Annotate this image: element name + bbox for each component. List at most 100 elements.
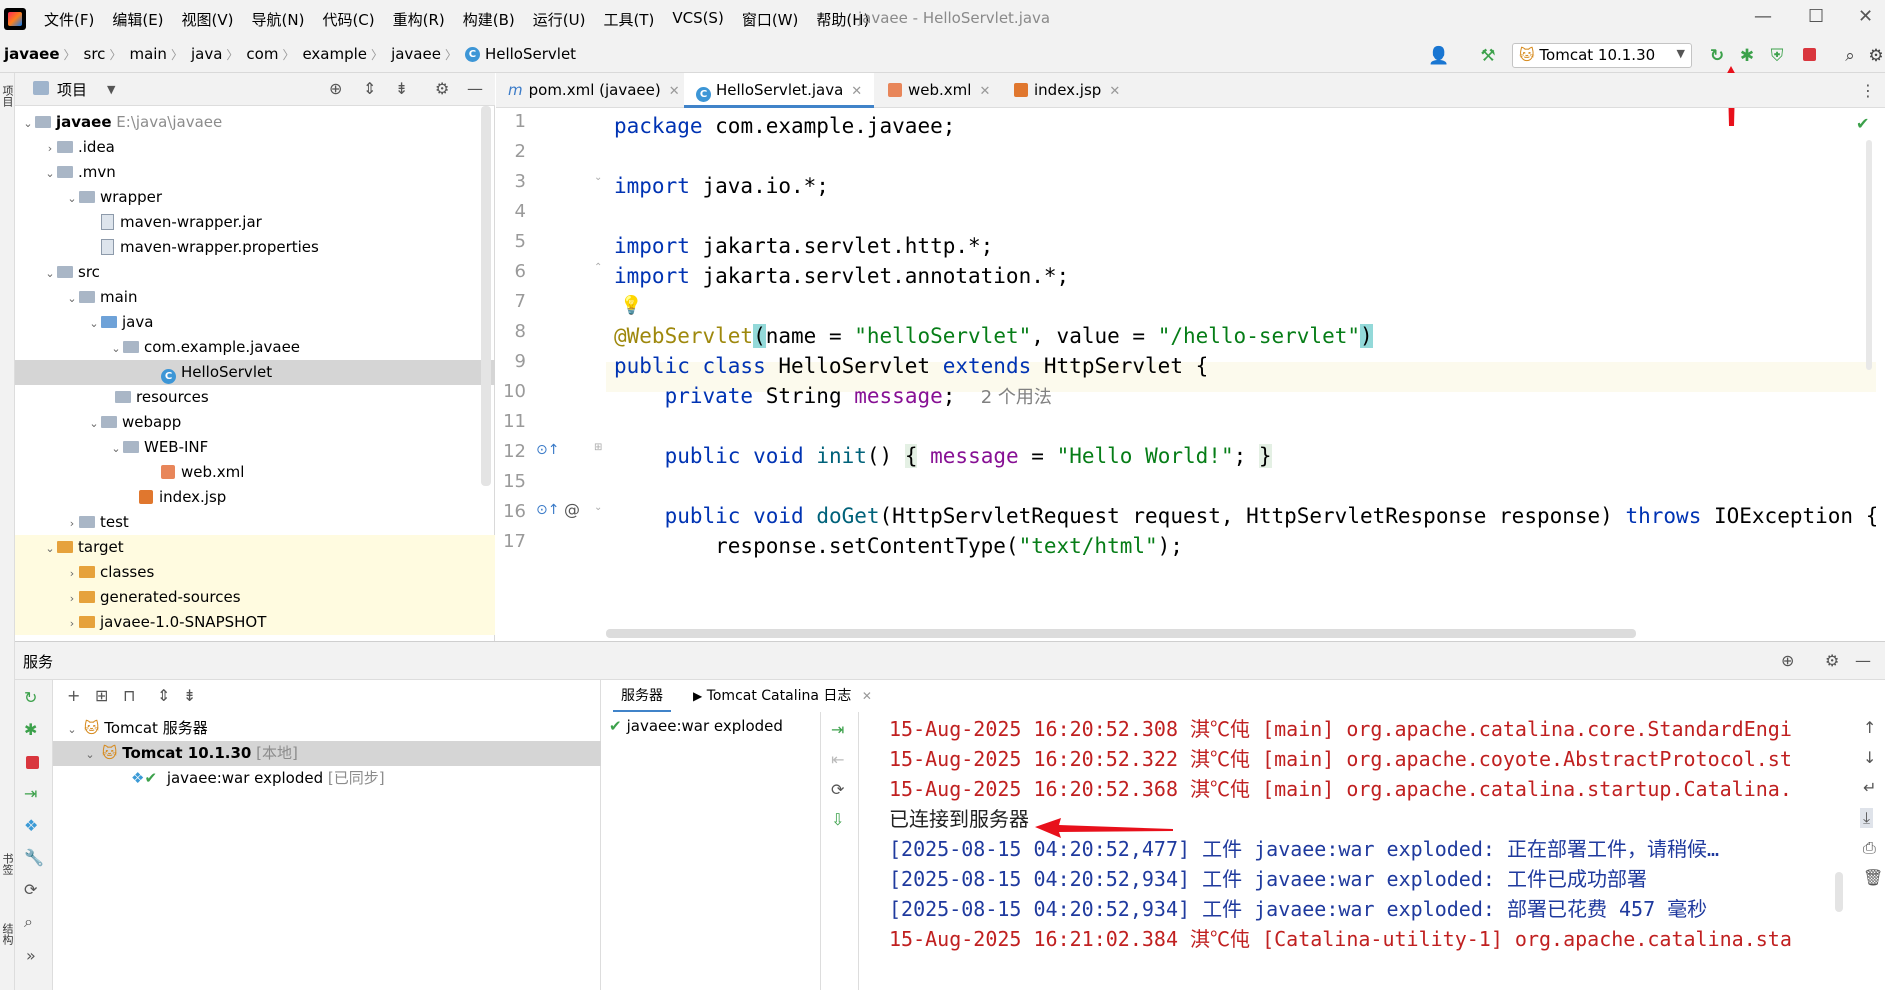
menu-view[interactable]: 视图(V) xyxy=(182,9,234,30)
tree-item[interactable]: ⌄ wrapper xyxy=(15,185,495,210)
group-icon[interactable]: ⊞ xyxy=(95,686,108,705)
chevron-down-icon[interactable]: ⌄ xyxy=(43,161,57,186)
deploy-icon[interactable]: ⇥ xyxy=(24,784,37,803)
chevron-right-icon[interactable]: › xyxy=(43,136,57,161)
breadcrumb-item[interactable]: HelloServlet xyxy=(485,45,576,63)
artifact-icon[interactable]: ❖ xyxy=(24,816,38,835)
chevron-down-icon[interactable]: ⌄ xyxy=(65,717,79,742)
tree-item[interactable]: › .idea xyxy=(15,135,495,160)
run-config-select[interactable]: 🐱 Tomcat 10.1.30 ▼ xyxy=(1512,43,1692,68)
breadcrumb-item[interactable]: example xyxy=(302,45,367,63)
rerun-icon[interactable]: ↻ xyxy=(1707,46,1727,66)
annotation-marker-icon[interactable]: @ xyxy=(564,500,580,519)
refresh-icon[interactable]: ⟳ xyxy=(831,780,844,799)
chevron-right-icon[interactable]: › xyxy=(65,586,79,611)
tree-item[interactable]: ⌄ webapp xyxy=(15,410,495,435)
tab-web-xml[interactable]: web.xml ✕ xyxy=(876,73,1000,108)
minimize-icon[interactable]: — xyxy=(1754,6,1772,27)
collapse-all-icon[interactable]: ⇟ xyxy=(395,79,408,98)
tree-item[interactable]: ⌄ com.example.javaee xyxy=(15,335,495,360)
chevron-right-icon[interactable]: › xyxy=(65,611,79,636)
tree-item[interactable]: maven-wrapper.jar xyxy=(15,210,495,235)
tree-item[interactable]: ⌄ target xyxy=(15,535,495,560)
scroll-to-end-icon[interactable]: ⤓ xyxy=(1860,808,1874,828)
chevron-down-icon[interactable]: ⌄ xyxy=(109,336,123,361)
search-icon[interactable]: ⌕ xyxy=(1840,46,1860,66)
tree-item[interactable]: ⌄ src xyxy=(15,260,495,285)
menu-build[interactable]: 构建(B) xyxy=(463,9,515,30)
fold-icon[interactable]: ⌄ xyxy=(594,172,602,183)
catalina-log-console[interactable]: 15-Aug-2025 16:20:52.308 淇℃伅 [main] org.… xyxy=(859,712,1859,990)
tab-helloservlet-java[interactable]: C HelloServlet.java ✕ xyxy=(684,73,874,108)
close-tab-icon[interactable]: ✕ xyxy=(851,84,862,99)
menu-navigate[interactable]: 导航(N) xyxy=(252,9,305,30)
maximize-icon[interactable]: ☐ xyxy=(1808,6,1824,27)
more-icon[interactable]: » xyxy=(26,946,36,965)
chevron-down-icon[interactable]: ⌄ xyxy=(87,311,101,336)
chevron-down-icon[interactable]: ⌄ xyxy=(83,742,97,767)
tab-catalina-log[interactable]: ▶ Tomcat Catalina 日志 ✕ xyxy=(685,680,880,712)
tree-item[interactable]: index.jsp xyxy=(15,485,495,510)
gear-icon[interactable]: ⚙ xyxy=(435,79,449,98)
chevron-right-icon[interactable]: › xyxy=(65,511,79,536)
rerun-icon[interactable]: ↻ xyxy=(24,688,37,707)
chevron-down-icon[interactable]: ⌄ xyxy=(21,111,35,136)
add-icon[interactable]: + xyxy=(67,686,80,705)
debug-icon[interactable]: ✱ xyxy=(24,720,37,739)
more-options-icon[interactable]: ⋮ xyxy=(1860,81,1876,100)
fold-icon[interactable]: ⌃ xyxy=(594,262,602,273)
wrench-icon[interactable]: 🔧 xyxy=(24,848,44,867)
close-tab-icon[interactable]: ✕ xyxy=(862,689,872,703)
collapse-all-icon[interactable]: ⇟ xyxy=(183,686,196,705)
close-tab-icon[interactable]: ✕ xyxy=(669,84,680,99)
vertical-scrollbar[interactable] xyxy=(481,106,491,486)
breadcrumb-item[interactable]: main xyxy=(129,45,166,63)
print-icon[interactable]: ⎙ xyxy=(1863,838,1876,858)
chevron-down-icon[interactable]: ⌄ xyxy=(65,286,79,311)
tree-item[interactable]: ⌄ java xyxy=(15,310,495,335)
update-icon[interactable]: ⇩ xyxy=(831,810,844,829)
inspection-ok-icon[interactable]: ✔ xyxy=(1856,114,1869,133)
breadcrumb-item[interactable]: java xyxy=(191,45,222,63)
override-marker-icon[interactable]: ⊙↑ xyxy=(536,442,559,458)
deployment-item[interactable]: ✔ javaee:war exploded xyxy=(601,714,821,739)
chevron-down-icon[interactable]: ⌄ xyxy=(43,261,57,286)
menu-refactor[interactable]: 重构(R) xyxy=(393,9,445,30)
close-window-icon[interactable]: ✕ xyxy=(1858,6,1873,27)
editor-scrollbar[interactable] xyxy=(1866,140,1872,370)
deploy-icon[interactable]: ⇥ xyxy=(831,720,844,739)
tree-item-tomcat-server[interactable]: ⌄ 🐱 Tomcat 10.1.30 [本地] xyxy=(53,741,601,766)
locate-icon[interactable]: ⊕ xyxy=(329,79,342,98)
locate-icon[interactable]: ⊕ xyxy=(1781,651,1794,670)
close-tab-icon[interactable]: ✕ xyxy=(1109,84,1120,99)
tab-server[interactable]: 服务器 xyxy=(613,680,671,712)
tree-item[interactable]: ⌄ WEB-INF xyxy=(15,435,495,460)
tree-item[interactable]: resources xyxy=(15,385,495,410)
chevron-down-icon[interactable]: ⌄ xyxy=(87,411,101,436)
tree-item-selected[interactable]: C HelloServlet xyxy=(15,360,495,385)
breadcrumb-item[interactable]: com xyxy=(246,45,278,63)
chevron-down-icon[interactable]: ⌄ xyxy=(65,186,79,211)
menu-tools[interactable]: 工具(T) xyxy=(603,9,654,30)
menu-edit[interactable]: 编辑(E) xyxy=(112,9,163,30)
tree-item[interactable]: › classes xyxy=(15,560,495,585)
chevron-right-icon[interactable]: › xyxy=(65,561,79,586)
log-scrollbar[interactable] xyxy=(1835,872,1843,912)
chevron-down-icon[interactable]: ⌄ xyxy=(43,536,57,561)
chevron-down-icon[interactable]: ▼ xyxy=(107,83,115,96)
tree-item-artifact[interactable]: ❖✔ javaee:war exploded [已同步] xyxy=(53,766,601,791)
expand-all-icon[interactable]: ⇕ xyxy=(157,686,170,705)
tree-item[interactable]: › generated-sources xyxy=(15,585,495,610)
menu-run[interactable]: 运行(U) xyxy=(533,9,586,30)
menu-code[interactable]: 代码(C) xyxy=(322,9,374,30)
usages-hint[interactable]: 2 个用法 xyxy=(981,387,1052,408)
trash-icon[interactable]: 🗑 xyxy=(1863,868,1883,887)
undeploy-icon[interactable]: ⇤ xyxy=(831,750,844,769)
settings-gear-icon[interactable]: ⚙ xyxy=(1866,46,1885,66)
breadcrumb-item[interactable]: javaee xyxy=(391,45,441,63)
filter-icon[interactable]: ⊓ xyxy=(123,686,135,705)
build-hammer-icon[interactable]: ⚒ xyxy=(1478,46,1498,66)
lightbulb-icon[interactable]: 💡 xyxy=(620,291,642,321)
menu-vcs[interactable]: VCS(S) xyxy=(672,9,723,30)
breadcrumb-item[interactable]: javaee xyxy=(4,45,60,63)
